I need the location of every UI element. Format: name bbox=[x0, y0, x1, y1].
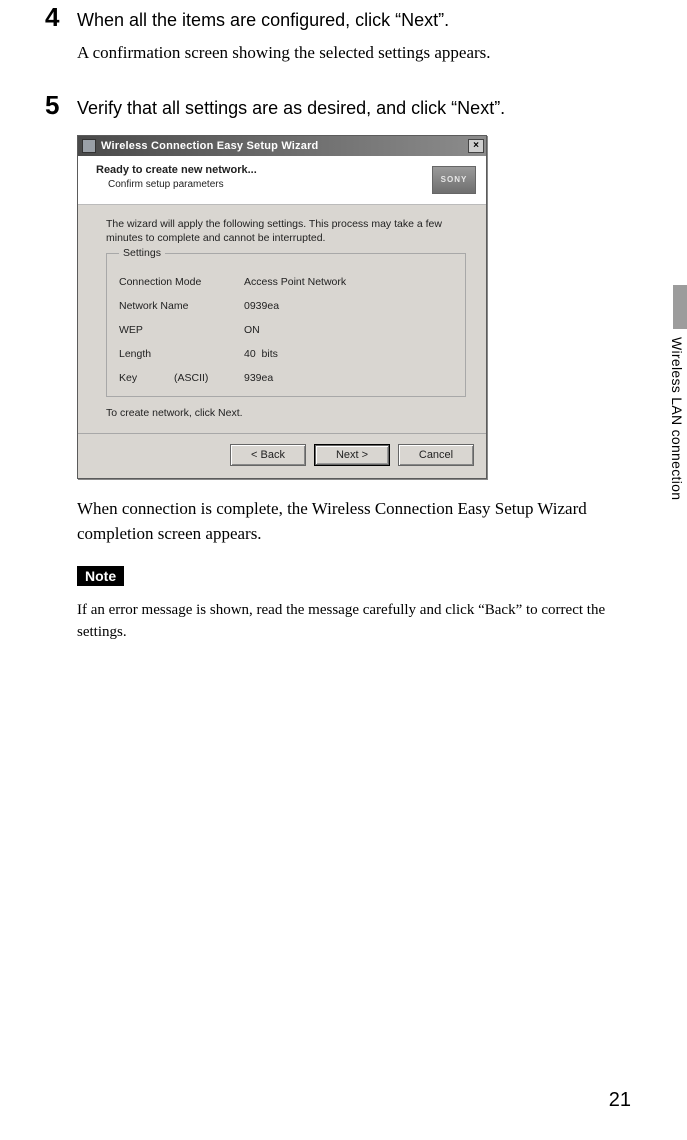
setting-label: Network Name bbox=[119, 300, 244, 312]
settings-legend: Settings bbox=[119, 247, 165, 259]
setting-row-mode: Connection Mode Access Point Network bbox=[119, 276, 453, 288]
window-icon bbox=[82, 139, 96, 153]
cancel-button[interactable]: Cancel bbox=[398, 444, 474, 466]
section-label: Wireless LAN connection bbox=[669, 337, 685, 500]
side-tab-marker bbox=[673, 285, 687, 329]
dialog-subheading: Confirm setup parameters bbox=[96, 179, 432, 190]
setting-label: Length bbox=[119, 348, 244, 360]
dialog-titlebar: Wireless Connection Easy Setup Wizard × bbox=[78, 136, 486, 156]
step-5-title: Verify that all settings are as desired,… bbox=[77, 96, 505, 120]
setting-row-length: Length 40 bits bbox=[119, 348, 453, 360]
note-text: If an error message is shown, read the m… bbox=[77, 600, 637, 644]
step-5-number: 5 bbox=[45, 90, 77, 121]
setting-label: Key(ASCII) bbox=[119, 372, 244, 384]
next-button[interactable]: Next > bbox=[314, 444, 390, 466]
setting-label: Connection Mode bbox=[119, 276, 244, 288]
step-4-number: 4 bbox=[45, 2, 77, 33]
setting-row-name: Network Name 0939ea bbox=[119, 300, 453, 312]
close-icon[interactable]: × bbox=[468, 139, 484, 153]
wizard-screenshot: Wireless Connection Easy Setup Wizard × … bbox=[77, 135, 637, 479]
page-number: 21 bbox=[609, 1089, 631, 1112]
setting-row-key: Key(ASCII) 939ea bbox=[119, 372, 453, 384]
create-network-text: To create network, click Next. bbox=[106, 407, 466, 419]
step-4-title: When all the items are configured, click… bbox=[77, 8, 449, 32]
window-title: Wireless Connection Easy Setup Wizard bbox=[101, 140, 468, 152]
setting-value: 0939ea bbox=[244, 300, 279, 312]
setting-value: ON bbox=[244, 324, 260, 336]
step-4-body: A confirmation screen showing the select… bbox=[77, 41, 637, 66]
setting-row-wep: WEP ON bbox=[119, 324, 453, 336]
setting-value: 939ea bbox=[244, 372, 273, 384]
note-label: Note bbox=[77, 566, 124, 586]
setting-label: WEP bbox=[119, 324, 244, 336]
sony-logo: SONY bbox=[432, 166, 476, 194]
settings-group: Settings Connection Mode Access Point Ne… bbox=[106, 253, 466, 397]
back-button[interactable]: < Back bbox=[230, 444, 306, 466]
dialog-info-text: The wizard will apply the following sett… bbox=[106, 217, 466, 245]
completion-text: When connection is complete, the Wireles… bbox=[77, 497, 637, 546]
setting-value: Access Point Network bbox=[244, 276, 346, 288]
setting-value: 40 bits bbox=[244, 348, 278, 360]
dialog-heading: Ready to create new network... bbox=[96, 164, 432, 176]
